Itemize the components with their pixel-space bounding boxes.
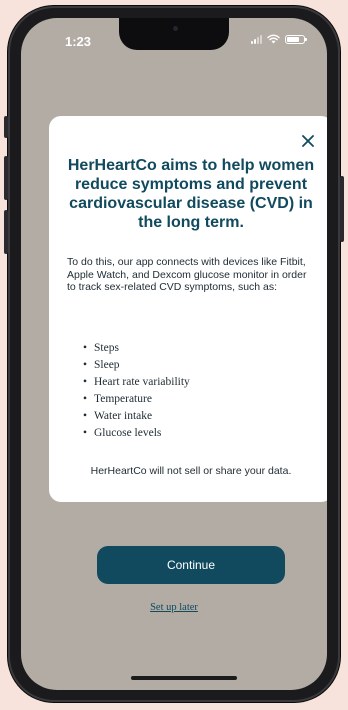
wifi-icon <box>267 34 280 44</box>
symptom-item: Steps <box>83 340 190 357</box>
info-modal: HerHeartCo aims to help women reduce sym… <box>49 116 327 502</box>
status-time: 1:23 <box>65 34 92 49</box>
mute-switch <box>4 116 8 138</box>
battery-icon <box>285 34 307 44</box>
modal-description: To do this, our app connects with device… <box>67 256 307 293</box>
power-button <box>340 176 344 242</box>
close-icon <box>302 135 314 147</box>
close-button[interactable] <box>297 130 319 152</box>
privacy-note: HerHeartCo will not sell or share your d… <box>90 465 292 477</box>
signal-icon <box>251 34 262 44</box>
modal-title: HerHeartCo aims to help women reduce sym… <box>67 157 315 231</box>
home-indicator[interactable] <box>131 676 237 680</box>
symptom-item: Sleep <box>83 357 190 374</box>
app-screen: 1:23 HerHeartCo aims to help women reduc… <box>21 18 327 690</box>
volume-down-button <box>4 210 8 254</box>
volume-up-button <box>4 156 8 200</box>
continue-button[interactable]: Continue <box>97 546 285 584</box>
symptom-list: Steps Sleep Heart rate variability Tempe… <box>83 340 190 442</box>
symptom-item: Temperature <box>83 391 190 408</box>
symptom-item: Glucose levels <box>83 425 190 442</box>
camera-dot <box>173 26 178 31</box>
symptom-item: Water intake <box>83 408 190 425</box>
symptom-item: Heart rate variability <box>83 374 190 391</box>
status-icons <box>251 34 307 44</box>
phone-frame: 1:23 HerHeartCo aims to help women reduc… <box>4 6 344 702</box>
notch <box>119 18 229 50</box>
setup-later-link[interactable]: Set up later <box>21 602 327 613</box>
